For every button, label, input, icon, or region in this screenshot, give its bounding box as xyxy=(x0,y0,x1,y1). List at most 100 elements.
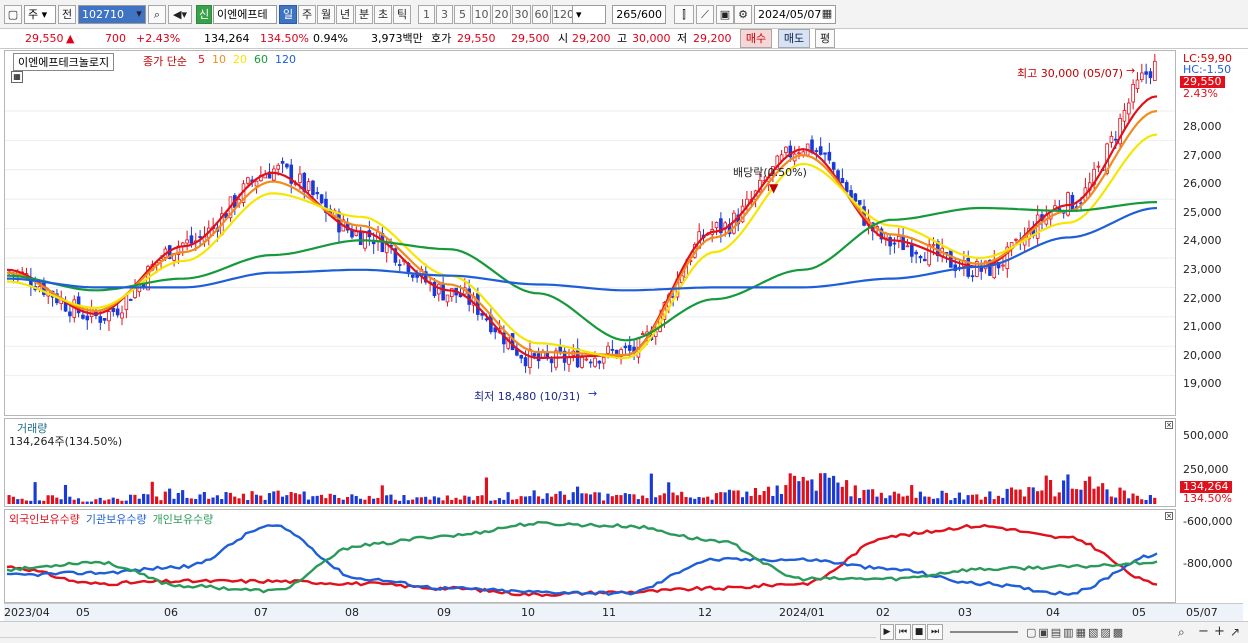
interval-button[interactable]: 5 xyxy=(454,5,471,24)
volume-bar xyxy=(94,499,98,504)
volume-bar xyxy=(832,475,836,504)
interval-button[interactable]: 30 xyxy=(512,5,531,24)
count-field[interactable]: 265/600 xyxy=(612,5,666,24)
volume-bar xyxy=(332,494,337,504)
timeframe-button[interactable]: 분 xyxy=(355,5,373,24)
volume-bar xyxy=(528,496,532,504)
count-total: /600 xyxy=(637,8,662,21)
candle-body xyxy=(1122,110,1127,122)
volume-chart[interactable] xyxy=(5,419,1175,506)
volume-bar xyxy=(1018,489,1022,504)
volume-bar xyxy=(727,489,732,504)
volume-bar xyxy=(1140,499,1144,504)
volume-bar xyxy=(350,494,354,504)
interval-button[interactable]: 10 xyxy=(472,5,491,24)
eval-button[interactable]: 평 xyxy=(815,29,835,48)
candle-type-icon[interactable]: ⫿ xyxy=(674,5,694,24)
candle-body xyxy=(128,298,133,301)
timeframe-button[interactable]: 주 xyxy=(298,5,316,24)
scrollbar-track[interactable] xyxy=(0,626,876,638)
buy-button[interactable]: 매수 xyxy=(740,29,772,48)
timeframe-button[interactable]: 초 xyxy=(374,5,392,24)
volume-bar xyxy=(901,496,905,504)
price-tick: 19,000 xyxy=(1183,377,1222,391)
low-annotation: 최저 18,480 (10/31) xyxy=(474,390,581,403)
prev-button[interactable]: 전 xyxy=(58,5,76,24)
gear-icon[interactable]: ⚙ xyxy=(734,5,752,24)
candle-body xyxy=(714,222,719,229)
pane-close-icon[interactable]: × xyxy=(1165,512,1173,520)
volume-bar xyxy=(1057,492,1061,504)
volume-bar xyxy=(172,498,176,504)
interval-select[interactable]: ▾ xyxy=(572,5,606,24)
volume-bar xyxy=(402,495,406,504)
interval-button[interactable]: 3 xyxy=(436,5,453,24)
interval-button[interactable]: 20 xyxy=(492,5,511,24)
search-icon[interactable]: ⌕ xyxy=(148,5,166,24)
ask-label: 호가 xyxy=(431,32,452,45)
interval-button[interactable]: 1 xyxy=(418,5,435,24)
volume-bar xyxy=(11,496,15,504)
holdings-legend: 외국인보유수량 기관보유수량 개인보유수량 xyxy=(9,511,220,527)
candle-body xyxy=(111,308,116,312)
fast-forward-icon[interactable]: ⏭ xyxy=(927,624,943,640)
ma-line-60 xyxy=(6,201,1158,342)
rewind-icon[interactable]: ⏮ xyxy=(895,624,911,640)
sell-button[interactable]: 매도 xyxy=(778,29,810,48)
tool-icons[interactable]: ▢▣▤▥▦▧▨▩ xyxy=(1026,626,1125,639)
timeframe-button[interactable]: 일 xyxy=(279,5,297,24)
volume-bar xyxy=(293,493,298,504)
timeframe-button[interactable]: 년 xyxy=(336,5,354,24)
save-icon[interactable]: ▣ xyxy=(716,5,734,24)
volume-pane[interactable]: 거래량 134,264주(134.50%) × xyxy=(4,418,1176,507)
stop-icon[interactable]: ■ xyxy=(912,624,926,640)
pane-close-icon[interactable]: × xyxy=(1165,421,1173,429)
window-menu-icon[interactable]: ▢ xyxy=(4,5,22,24)
toolbar: ▢ 주 ▾ 전 102710 ▾ ⌕ ◀▾ 신 이엔에프테 일주월년분초틱 13… xyxy=(0,0,1248,29)
price-chart[interactable] xyxy=(5,51,1175,415)
volume-bar xyxy=(1053,496,1057,504)
stock-name-field[interactable]: 이엔에프테 xyxy=(213,5,277,24)
timeframe-button[interactable]: 월 xyxy=(317,5,335,24)
volume-bar xyxy=(849,496,853,504)
volume-bar xyxy=(267,493,272,504)
volume-bar xyxy=(654,497,658,504)
speaker-icon[interactable]: ◀▾ xyxy=(168,5,192,24)
candle-body xyxy=(189,235,194,244)
candle-body xyxy=(892,242,897,245)
candle-body xyxy=(476,293,480,315)
price-pane[interactable]: 이엔에프테크놀로지 종가 단순 5 10 20 60 120 ▦ 최고 30,000 (… xyxy=(4,50,1176,416)
zoom-in-icon[interactable]: + xyxy=(1214,624,1225,639)
fit-icon[interactable]: ↗ xyxy=(1230,625,1240,639)
zoom-slider[interactable] xyxy=(950,631,1018,633)
period-select[interactable]: 주 ▾ xyxy=(24,5,56,24)
candle-body xyxy=(81,314,85,319)
volume-bar xyxy=(68,496,72,504)
volume-bar xyxy=(102,500,107,504)
calendar-icon[interactable]: ▦ xyxy=(818,5,836,24)
volume-bar xyxy=(224,492,228,504)
zoom-icon[interactable]: ⌕ xyxy=(1178,625,1185,640)
volume-bar xyxy=(302,491,306,504)
volume-bar xyxy=(16,499,20,504)
candle-body xyxy=(1001,264,1005,267)
scroll-right-icon[interactable]: ▶ xyxy=(880,624,894,640)
timeframe-button[interactable]: 틱 xyxy=(393,5,411,24)
candle-body xyxy=(640,333,645,335)
candle-body xyxy=(1014,238,1018,241)
holdings-pane[interactable]: 외국인보유수량 기관보유수량 개인보유수량 × xyxy=(4,509,1176,603)
volume-bar xyxy=(1122,490,1126,504)
volume-bar xyxy=(602,500,606,504)
interval-button[interactable]: 120 xyxy=(552,5,574,24)
volume-bar xyxy=(701,497,705,504)
candle-body xyxy=(1131,83,1135,103)
interval-button[interactable]: 60 xyxy=(532,5,551,24)
zoom-out-icon[interactable]: − xyxy=(1198,624,1209,639)
chevron-down-icon[interactable]: ▾ xyxy=(132,5,146,24)
grid-icon[interactable]: ▦ xyxy=(11,71,23,83)
volume-bar xyxy=(584,493,588,504)
candle-body xyxy=(311,180,315,195)
price-tick: 25,000 xyxy=(1183,205,1222,219)
vol-tick: 250,000 xyxy=(1183,463,1229,476)
line-draw-icon[interactable]: ⟋ xyxy=(696,5,714,24)
